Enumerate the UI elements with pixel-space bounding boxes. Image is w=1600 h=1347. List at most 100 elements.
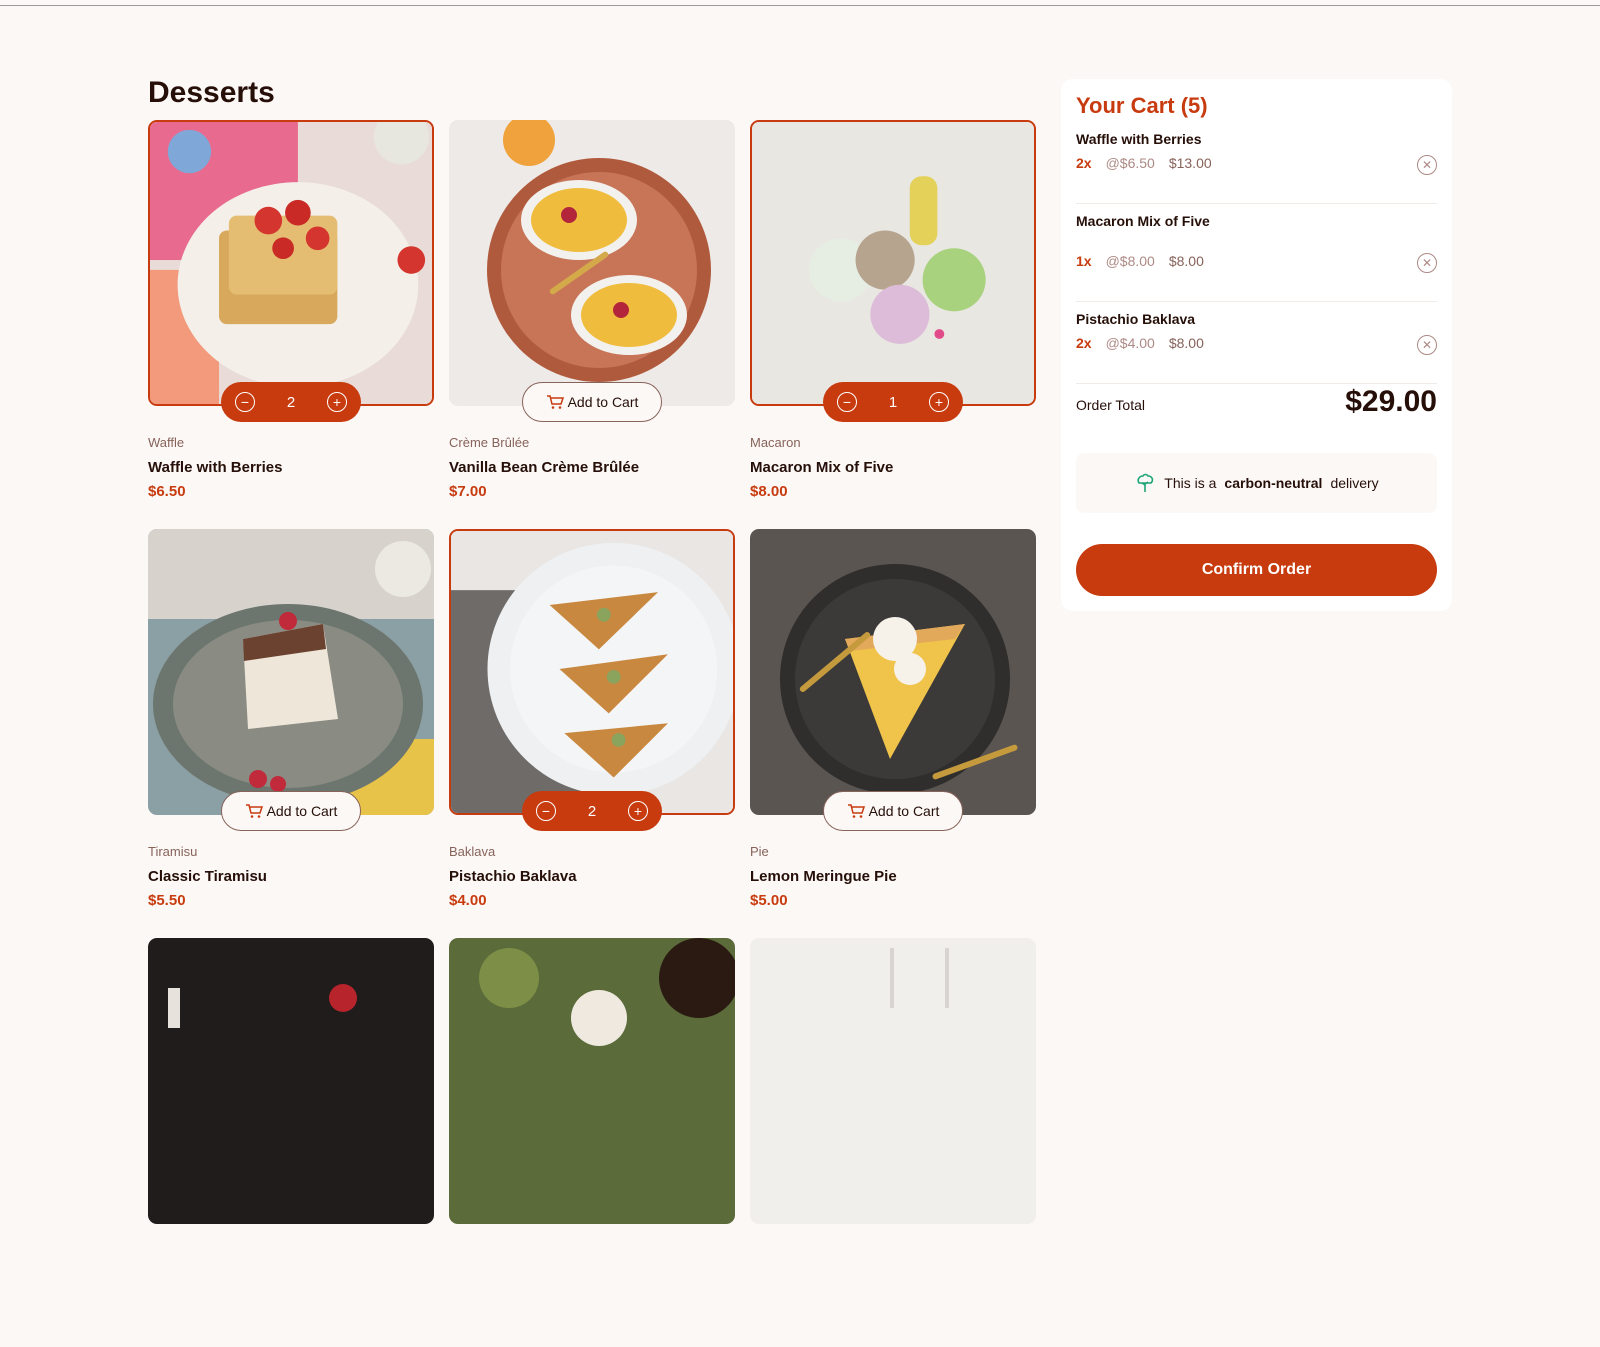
product-image-frame	[449, 938, 735, 1224]
cart-item-name: Macaron Mix of Five	[1076, 213, 1210, 229]
cart-item-pricing: 1x @$8.00 $8.00	[1076, 253, 1204, 269]
carbon-neutral-notice: This is a carbon-neutral delivery	[1076, 453, 1437, 513]
quantity-value: 2	[286, 393, 296, 411]
product-category: Baklava	[449, 844, 496, 859]
cart-item-pricing: 2x @$4.00 $8.00	[1076, 335, 1204, 351]
close-circle-icon[interactable]: ✕	[1417, 335, 1437, 355]
cart-item-qty: 2x	[1076, 335, 1092, 351]
macaron-photo	[752, 122, 1034, 404]
tree-icon	[1137, 473, 1154, 492]
product-price: $5.50	[148, 892, 186, 909]
carbon-suffix: delivery	[1330, 475, 1379, 491]
product-image-frame	[148, 529, 434, 815]
cart-item-name: Pistachio Baklava	[1076, 311, 1196, 327]
product-image-frame	[750, 938, 1036, 1224]
product-category: Tiramisu	[148, 844, 198, 859]
partial-photo	[148, 938, 434, 1224]
product-name: Classic Tiramisu	[148, 868, 267, 885]
partial-photo	[750, 938, 1036, 1224]
product-price: $8.00	[750, 483, 788, 500]
product-card-partial	[750, 938, 1036, 1347]
order-total-label: Order Total	[1076, 397, 1145, 413]
quantity-stepper: − 2 +	[522, 791, 662, 831]
quantity-value: 1	[888, 393, 898, 411]
waffle-photo	[150, 122, 432, 404]
cart-icon	[546, 395, 564, 409]
product-card-waffle: − 2 + Waffle Waffle with Berries $6.50	[148, 120, 434, 529]
pie-photo	[750, 529, 1036, 815]
quantity-stepper: − 2 +	[221, 382, 361, 422]
add-to-cart-label: Add to Cart	[868, 803, 940, 819]
cart-panel: Your Cart (5) Waffle with Berries 2x @$6…	[1061, 79, 1452, 611]
cart-item-qty: 2x	[1076, 155, 1092, 171]
product-name: Macaron Mix of Five	[750, 459, 894, 476]
cart-item-unit-price: @$8.00	[1105, 253, 1155, 269]
product-card-partial	[148, 938, 434, 1347]
cart-item-qty: 1x	[1076, 253, 1092, 269]
cart-item-name: Waffle with Berries	[1076, 131, 1202, 147]
quantity-value: 2	[587, 802, 597, 820]
product-image-frame	[750, 529, 1036, 815]
minus-circle-icon[interactable]: −	[536, 801, 556, 821]
cart-icon	[245, 804, 263, 818]
cart-item-total: $8.00	[1168, 335, 1204, 351]
page-title: Desserts	[148, 76, 275, 109]
product-name: Vanilla Bean Crème Brûlée	[449, 459, 640, 476]
product-price: $6.50	[148, 483, 186, 500]
product-price: $5.00	[750, 892, 788, 909]
cart-item-unit-price: @$4.00	[1105, 335, 1155, 351]
product-image-frame	[148, 120, 434, 406]
order-total-value: $29.00	[1345, 385, 1437, 418]
plus-circle-icon[interactable]: +	[628, 801, 648, 821]
minus-circle-icon[interactable]: −	[235, 392, 255, 412]
product-image-frame	[449, 529, 735, 815]
product-card-tiramisu: Add to Cart Tiramisu Classic Tiramisu $5…	[148, 529, 434, 938]
cart-item-total: $13.00	[1168, 155, 1212, 171]
product-name: Lemon Meringue Pie	[750, 868, 897, 885]
minus-circle-icon[interactable]: −	[837, 392, 857, 412]
cart-item: Waffle with Berries 2x @$6.50 $13.00 ✕	[1076, 131, 1437, 204]
cart-icon	[847, 804, 865, 818]
cart-item: Pistachio Baklava 2x @$4.00 $8.00 ✕	[1076, 311, 1437, 384]
quantity-stepper: − 1 +	[823, 382, 963, 422]
cart-item-total: $8.00	[1168, 253, 1204, 269]
carbon-bold: carbon-neutral	[1224, 475, 1323, 491]
product-name: Pistachio Baklava	[449, 868, 577, 885]
confirm-order-button[interactable]: Confirm Order	[1076, 544, 1437, 596]
cart-item: Macaron Mix of Five 1x @$8.00 $8.00 ✕	[1076, 213, 1437, 302]
product-image-frame	[148, 938, 434, 1224]
add-to-cart-label: Add to Cart	[567, 394, 639, 410]
product-card-partial	[449, 938, 735, 1347]
baklava-photo	[451, 531, 733, 813]
add-to-cart-button[interactable]: Add to Cart	[522, 382, 662, 422]
cart-item-unit-price: @$6.50	[1105, 155, 1155, 171]
plus-circle-icon[interactable]: +	[327, 392, 347, 412]
cart-item-pricing: 2x @$6.50 $13.00	[1076, 155, 1212, 171]
plus-circle-icon[interactable]: +	[929, 392, 949, 412]
product-card-pie: Add to Cart Pie Lemon Meringue Pie $5.00	[750, 529, 1036, 938]
product-price: $4.00	[449, 892, 487, 909]
close-circle-icon[interactable]: ✕	[1417, 253, 1437, 273]
cart-title: Your Cart (5)	[1076, 93, 1208, 118]
product-category: Macaron	[750, 435, 801, 450]
product-grid: − 2 + Waffle Waffle with Berries $6.50 A…	[148, 120, 1036, 1347]
add-to-cart-button[interactable]: Add to Cart	[221, 791, 361, 831]
product-image-frame	[750, 120, 1036, 406]
close-circle-icon[interactable]: ✕	[1417, 155, 1437, 175]
product-category: Crème Brûlée	[449, 435, 530, 450]
creme-brulee-photo	[449, 120, 735, 406]
add-to-cart-label: Add to Cart	[266, 803, 338, 819]
product-category: Waffle	[148, 435, 185, 450]
carbon-prefix: This is a	[1164, 475, 1217, 491]
product-image-frame	[449, 120, 735, 406]
tiramisu-photo	[148, 529, 434, 815]
top-divider	[0, 5, 1600, 6]
product-name: Waffle with Berries	[148, 459, 283, 476]
add-to-cart-button[interactable]: Add to Cart	[823, 791, 963, 831]
product-price: $7.00	[449, 483, 487, 500]
product-category: Pie	[750, 844, 769, 859]
product-card-creme-brulee: Add to Cart Crème Brûlée Vanilla Bean Cr…	[449, 120, 735, 529]
product-card-baklava: − 2 + Baklava Pistachio Baklava $4.00	[449, 529, 735, 938]
partial-photo	[449, 938, 735, 1224]
product-card-macaron: − 1 + Macaron Macaron Mix of Five $8.00	[750, 120, 1036, 529]
